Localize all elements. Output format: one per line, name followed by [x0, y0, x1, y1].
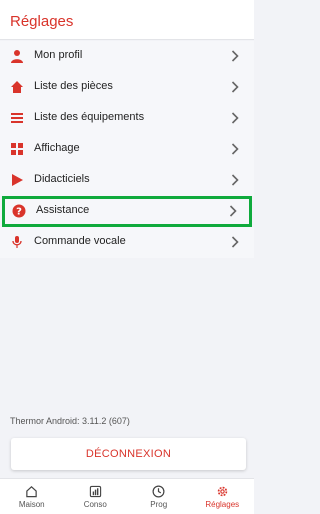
chevron-right-icon: [228, 204, 238, 218]
chevron-right-icon: [230, 173, 240, 187]
menu-item-commande-vocale[interactable]: Commande vocale: [0, 227, 254, 258]
menu-item-liste-des-equipements[interactable]: Liste des équipements: [0, 103, 254, 134]
settings-menu: Mon profil Liste des pièces Liste des éq…: [0, 41, 254, 258]
consumption-icon: [88, 484, 102, 498]
menu-item-mon-profil[interactable]: Mon profil: [0, 41, 254, 72]
microphone-icon: [10, 235, 24, 249]
tab-prog[interactable]: Prog: [127, 479, 191, 514]
clock-icon: [152, 484, 166, 498]
menu-item-assistance[interactable]: ? Assistance: [2, 196, 252, 227]
tab-label: Conso: [83, 500, 107, 509]
chevron-right-icon: [230, 142, 240, 156]
list-icon: [10, 111, 24, 125]
menu-item-label: Commande vocale: [34, 235, 126, 247]
grid-icon: [10, 142, 24, 156]
app-header: Réglages: [0, 0, 254, 40]
tab-label: Maison: [18, 500, 45, 509]
bottom-tab-bar: Maison Conso Prog Réglages: [0, 478, 254, 514]
house-icon: [25, 484, 39, 498]
tab-conso[interactable]: Conso: [64, 479, 128, 514]
menu-item-label: Assistance: [36, 204, 90, 216]
tab-label: Prog: [150, 500, 168, 509]
play-icon: [10, 173, 24, 187]
menu-item-label: Liste des pièces: [34, 80, 113, 92]
menu-item-label: Liste des équipements: [34, 111, 145, 123]
home-icon: [10, 80, 24, 94]
logout-button[interactable]: DÉCONNEXION: [11, 438, 246, 470]
user-icon: [10, 49, 24, 63]
tab-maison[interactable]: Maison: [0, 479, 64, 514]
tab-reglages[interactable]: Réglages: [191, 479, 255, 514]
chevron-right-icon: [230, 111, 240, 125]
menu-item-didacticiels[interactable]: Didacticiels: [0, 165, 254, 196]
menu-item-label: Affichage: [34, 142, 80, 154]
logout-label: DÉCONNEXION: [85, 448, 172, 460]
help-icon: ?: [12, 204, 26, 218]
menu-item-label: Mon profil: [34, 49, 83, 61]
chevron-right-icon: [230, 235, 240, 249]
settings-icon: [215, 484, 229, 498]
menu-item-label: Didacticiels: [34, 173, 90, 185]
menu-item-affichage[interactable]: Affichage: [0, 134, 254, 165]
tab-label: Réglages: [205, 500, 240, 509]
chevron-right-icon: [230, 49, 240, 63]
menu-item-liste-des-pieces[interactable]: Liste des pièces: [0, 72, 254, 103]
page-title: Réglages: [10, 13, 74, 30]
svg-text:?: ?: [16, 207, 22, 218]
app-version-text: Thermor Android: 3.11.2 (607): [10, 416, 130, 426]
chevron-right-icon: [230, 80, 240, 94]
